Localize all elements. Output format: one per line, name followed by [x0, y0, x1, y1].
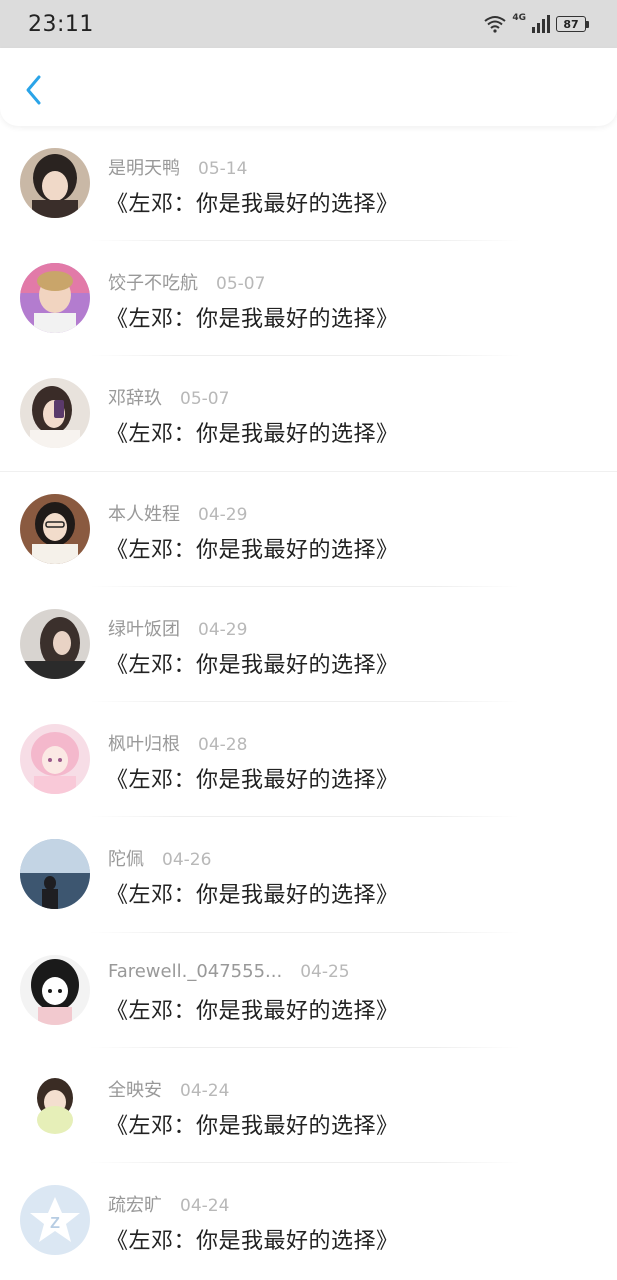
avatar[interactable]: [20, 378, 90, 449]
item-meta: 枫叶归根 04-28: [108, 730, 247, 756]
comment-text: 《左邓：你是我最好的选择》: [106, 422, 399, 448]
user-name[interactable]: 全映安: [108, 1076, 162, 1102]
item-date: 05-07: [180, 389, 230, 410]
item-meta: 是明天鸭 05-14: [108, 154, 247, 180]
list-item[interactable]: Z 疏宏旷 04-24 《左邓：你是我最好的选择》: [0, 1163, 617, 1278]
user-name[interactable]: 枫叶归根: [108, 730, 180, 756]
list-item[interactable]: 陀佩 04-26 《左邓：你是我最好的选择》: [0, 817, 617, 933]
item-date: 04-25: [300, 961, 350, 982]
list-item[interactable]: Farewell._047555... 04-25 《左邓：你是我最好的选择》: [0, 933, 617, 1049]
svg-text:Z: Z: [50, 1215, 60, 1232]
wifi-icon: [484, 16, 506, 33]
avatar[interactable]: [20, 493, 90, 564]
list-item[interactable]: 枫叶归根 04-28 《左邓：你是我最好的选择》: [0, 702, 617, 818]
user-name[interactable]: 饺子不吃航: [108, 269, 198, 295]
list-item[interactable]: 全映安 04-24 《左邓：你是我最好的选择》: [0, 1048, 617, 1164]
user-name[interactable]: Farewell._047555...: [108, 961, 282, 982]
item-meta: 疏宏旷 04-24: [108, 1191, 229, 1217]
item-date: 05-14: [198, 159, 248, 179]
avatar[interactable]: [20, 1070, 90, 1141]
avatar[interactable]: [20, 839, 90, 910]
item-meta: 饺子不吃航 05-07: [108, 269, 265, 295]
item-meta: 邓辞玖 05-07: [108, 384, 229, 410]
battery-indicator: 87: [556, 16, 589, 32]
item-date: 04-29: [198, 504, 248, 525]
item-meta: 本人姓程 04-29: [108, 500, 247, 526]
comment-text: 《左邓：你是我最好的选择》: [106, 768, 399, 794]
item-date: 04-29: [198, 619, 248, 640]
comment-text: 《左邓：你是我最好的选择》: [106, 652, 399, 678]
status-icons: 4G 87: [484, 13, 589, 33]
network-type-label: 4G: [512, 13, 526, 23]
user-name[interactable]: 邓辞玖: [108, 384, 162, 410]
avatar[interactable]: [20, 608, 90, 679]
list-item[interactable]: 绿叶饭团 04-29 《左邓：你是我最好的选择》: [0, 587, 617, 703]
item-meta: 陀佩 04-26: [108, 845, 211, 871]
avatar[interactable]: Z: [20, 1185, 90, 1256]
list-item[interactable]: 是明天鸭 05-14 《左邓：你是我最好的选择》: [0, 126, 617, 241]
avatar[interactable]: [20, 148, 90, 218]
item-date: 04-24: [180, 1081, 230, 1102]
back-button[interactable]: [14, 70, 54, 110]
nav-bar: [0, 48, 617, 126]
avatar[interactable]: [20, 263, 90, 333]
comment-text: 《左邓：你是我最好的选择》: [106, 883, 399, 909]
item-meta: 全映安 04-24: [108, 1076, 229, 1102]
user-name[interactable]: 陀佩: [108, 845, 144, 871]
avatar[interactable]: [20, 954, 90, 1025]
list-item[interactable]: 本人姓程 04-29 《左邓：你是我最好的选择》: [0, 472, 617, 587]
comment-list: 是明天鸭 05-14 《左邓：你是我最好的选择》 饺子不吃航 05-07 《左邓…: [0, 126, 617, 1279]
status-bar: 23:11 4G 87: [0, 0, 617, 48]
signal-icon: [532, 15, 550, 33]
item-meta: Farewell._047555... 04-25: [108, 961, 350, 982]
user-name[interactable]: 疏宏旷: [108, 1191, 162, 1217]
item-date: 04-28: [198, 735, 248, 756]
comment-text: 《左邓：你是我最好的选择》: [106, 1229, 399, 1255]
item-date: 04-24: [180, 1196, 230, 1217]
battery-level: 87: [556, 16, 586, 32]
comment-text: 《左邓：你是我最好的选择》: [106, 537, 399, 563]
avatar[interactable]: [20, 724, 90, 795]
user-name[interactable]: 绿叶饭团: [108, 615, 180, 641]
item-date: 05-07: [216, 274, 266, 294]
list-item[interactable]: 饺子不吃航 05-07 《左邓：你是我最好的选择》: [0, 241, 617, 357]
comment-text: 《左邓：你是我最好的选择》: [106, 192, 399, 217]
status-time: 23:11: [28, 11, 94, 37]
item-meta: 绿叶饭团 04-29: [108, 615, 247, 641]
user-name[interactable]: 是明天鸭: [108, 154, 180, 180]
comment-text: 《左邓：你是我最好的选择》: [106, 998, 399, 1024]
comment-text: 《左邓：你是我最好的选择》: [106, 307, 399, 332]
user-name[interactable]: 本人姓程: [108, 500, 180, 526]
item-date: 04-26: [162, 850, 212, 871]
chevron-left-icon: [26, 75, 41, 105]
list-item[interactable]: 邓辞玖 05-07 《左邓：你是我最好的选择》: [0, 356, 617, 472]
comment-text: 《左邓：你是我最好的选择》: [106, 1114, 399, 1140]
battery-tip: [586, 20, 589, 28]
